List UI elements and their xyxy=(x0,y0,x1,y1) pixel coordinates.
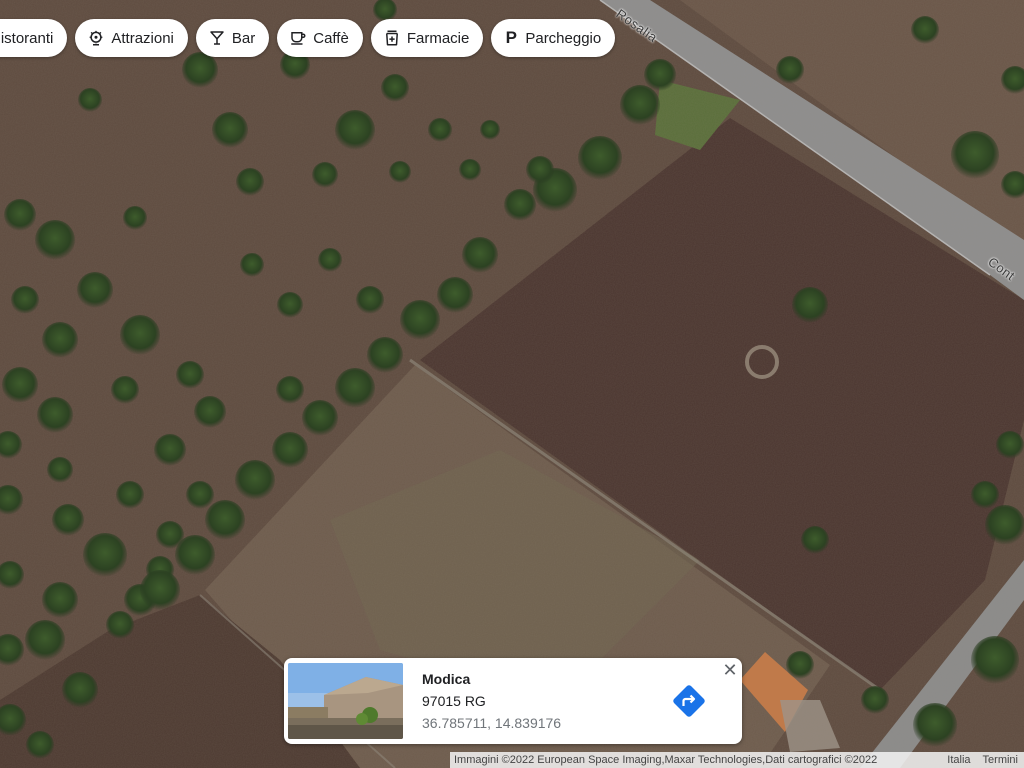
place-photo[interactable] xyxy=(288,663,403,739)
cocktail-icon xyxy=(210,31,224,45)
chip-label: Ristoranti xyxy=(0,29,54,47)
chip-bar[interactable]: Bar xyxy=(195,19,270,57)
chip-attrazioni[interactable]: Attrazioni xyxy=(75,19,188,57)
chip-label: Bar xyxy=(231,29,256,47)
chip-label: Caffè xyxy=(313,29,349,47)
place-coordinates: 36.785711, 14.839176 xyxy=(422,715,562,731)
chip-parcheggio[interactable]: P Parcheggio xyxy=(491,19,616,57)
chip-label: Farmacie xyxy=(406,29,470,47)
country-link[interactable]: Italia xyxy=(941,754,976,766)
coffee-icon xyxy=(291,32,306,45)
chip-ristoranti[interactable]: Ristoranti xyxy=(0,19,68,57)
place-name: Modica xyxy=(422,671,471,687)
parking-icon: P xyxy=(505,28,518,47)
directions-button[interactable] xyxy=(672,684,706,718)
directions-icon xyxy=(673,685,705,717)
map-footer: Immagini ©2022 European Space Imaging,Ma… xyxy=(450,752,1024,768)
chip-label: Attrazioni xyxy=(111,29,174,47)
chip-label: Parcheggio xyxy=(525,29,602,47)
imagery-attribution: Immagini ©2022 European Space Imaging,Ma… xyxy=(454,754,878,766)
place-info-card[interactable]: Modica 97015 RG 36.785711, 14.839176 ✕ xyxy=(284,658,742,744)
terms-link[interactable]: Termini xyxy=(977,754,1024,766)
pharmacy-icon xyxy=(385,30,398,46)
chip-farmacie[interactable]: Farmacie xyxy=(370,19,484,57)
close-button[interactable]: ✕ xyxy=(722,660,738,680)
satellite-map[interactable] xyxy=(0,0,1024,768)
place-postal-code: 97015 RG xyxy=(422,693,486,709)
close-icon: ✕ xyxy=(722,660,738,680)
attractions-icon xyxy=(89,30,103,46)
chip-caffe[interactable]: Caffè xyxy=(277,19,363,57)
category-chips: Ristoranti Attrazioni Bar Caffè Farmacie xyxy=(0,19,616,57)
